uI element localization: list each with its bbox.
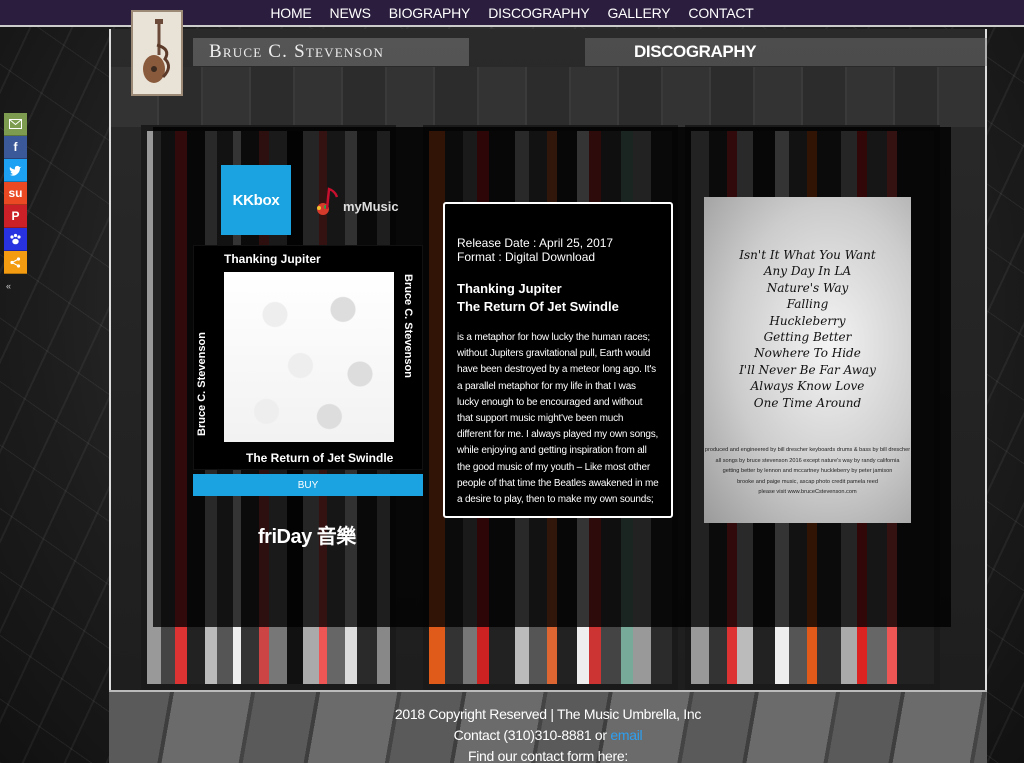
album-cover[interactable]: Thanking Jupiter Bruce C. Stevenson Bruc… xyxy=(193,245,423,470)
nav-news[interactable]: NEWS xyxy=(321,5,380,21)
site-logo[interactable] xyxy=(131,10,183,96)
paw-icon[interactable] xyxy=(4,228,27,251)
credit-line: please visit www.bruceCstevenson.com xyxy=(758,489,857,495)
track-item: Any Day In LA xyxy=(763,264,852,279)
credit-line: produced and engineered by bill drescher… xyxy=(704,447,911,453)
twitter-icon[interactable] xyxy=(4,159,27,182)
song-title-1: Thanking Jupiter xyxy=(457,281,562,296)
page-title: DISCOGRAPHY xyxy=(634,42,757,61)
nav-gallery[interactable]: GALLERY xyxy=(598,5,679,21)
track-item: Getting Better xyxy=(763,330,852,345)
album-cover-artist-right: Bruce C. Stevenson xyxy=(402,274,414,378)
more-icon[interactable] xyxy=(4,251,27,274)
email-icon[interactable] xyxy=(4,113,27,136)
footer-email-link[interactable]: email xyxy=(610,727,642,743)
credit-line: getting better by lennon and mccartney h… xyxy=(722,468,893,474)
album-cover-title: Thanking Jupiter xyxy=(224,252,321,266)
site-title[interactable]: Bruce C. Stevenson xyxy=(209,41,384,63)
mymusic-label: myMusic xyxy=(343,198,399,214)
track-item: Falling xyxy=(786,297,829,312)
footer-contact-text: Contact (310)310-8881 or xyxy=(453,727,611,743)
track-item: Huckleberry xyxy=(769,313,846,328)
footer: 2018 Copyright Reserved | The Music Umbr… xyxy=(109,704,987,763)
social-share-bar: f su P xyxy=(4,113,27,274)
footer-contact: Contact (310)310-8881 or email xyxy=(109,725,987,746)
album-credits: produced and engineered by bill drescher… xyxy=(704,445,911,498)
friday-music-link[interactable]: friDay 音樂 xyxy=(258,520,356,549)
nav-home[interactable]: HOME xyxy=(261,5,320,21)
album-cover-subtitle: The Return of Jet Swindle xyxy=(246,451,394,465)
album-cover-artist-left: Bruce C. Stevenson xyxy=(196,332,208,436)
track-item: Nowhere To Hide xyxy=(754,346,861,361)
kkbox-link[interactable]: KKbox xyxy=(221,165,291,235)
album-back-cover[interactable]: Isn't It What You Want Any Day In LA Nat… xyxy=(704,197,911,523)
album-info-card: Release Date : April 25, 2017 Format : D… xyxy=(443,202,673,518)
credit-line: brooke and paige music, ascap photo cred… xyxy=(737,478,878,485)
pinterest-icon[interactable]: P xyxy=(4,205,27,228)
site-title-bar: Bruce C. Stevenson xyxy=(193,38,469,66)
album-description: is a metaphor for how lucky the human ra… xyxy=(457,332,659,506)
facebook-icon[interactable]: f xyxy=(4,136,27,159)
footer-copyright: 2018 Copyright Reserved | The Music Umbr… xyxy=(394,706,702,722)
album-cover-photo xyxy=(224,272,394,442)
guitar-logo-icon xyxy=(143,19,170,83)
buy-button[interactable]: BUY xyxy=(193,474,423,496)
footer-contact-form: Find our contact form here: xyxy=(468,748,628,763)
nav-contact[interactable]: CONTACT xyxy=(679,5,762,21)
mymusic-logo-icon xyxy=(317,187,339,215)
track-list: Isn't It What You Want Any Day In LA Nat… xyxy=(704,247,911,411)
track-item: Isn't It What You Want xyxy=(739,248,876,262)
track-item: I'll Never Be Far Away xyxy=(739,362,876,377)
mymusic-link[interactable]: myMusic xyxy=(313,184,405,220)
release-format: Format : Digital Download xyxy=(457,250,596,264)
track-item: Nature's Way xyxy=(766,280,849,295)
song-title-2: The Return Of Jet Swindle xyxy=(457,299,619,314)
release-date: Release Date : April 25, 2017 xyxy=(457,236,614,250)
nav-biography[interactable]: BIOGRAPHY xyxy=(380,5,479,21)
track-item: One Time Around xyxy=(753,395,862,410)
wood-planks xyxy=(111,67,985,127)
credit-line: all songs by bruce stevenson 2016 except… xyxy=(715,457,900,464)
stumbleupon-icon[interactable]: su xyxy=(4,182,27,205)
nav-discography[interactable]: DISCOGRAPHY xyxy=(479,5,598,21)
track-item: Always Know Love xyxy=(750,379,865,394)
collapse-share-icon[interactable]: « xyxy=(6,281,11,291)
